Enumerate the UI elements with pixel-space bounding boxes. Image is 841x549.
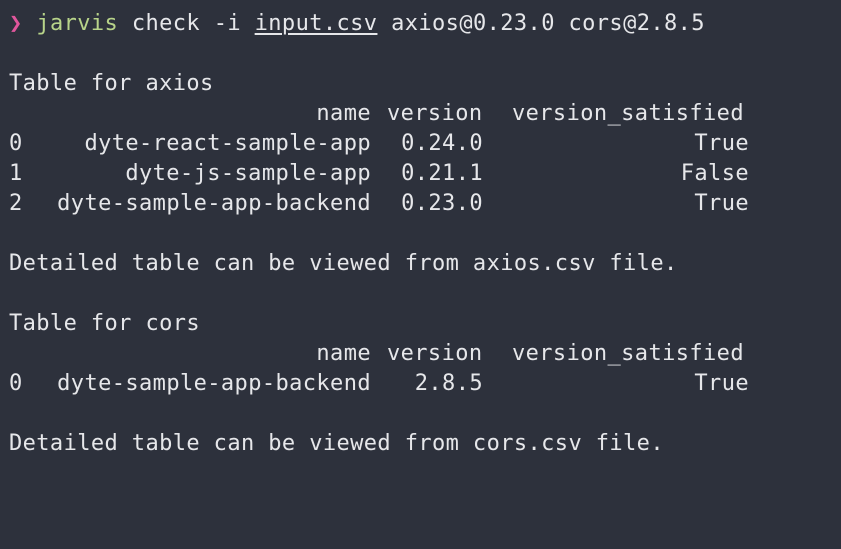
row-name: dyte-sample-app-backend bbox=[57, 191, 371, 216]
row-version: 0.23.0 bbox=[401, 191, 483, 216]
input-file-path[interactable]: input.csv bbox=[255, 11, 378, 36]
table-row: 0 dyte-sample-app-backend 2.8.5 True bbox=[0, 369, 841, 399]
column-header-name: name bbox=[316, 101, 371, 126]
table-footer-note: Detailed table can be viewed from axios.… bbox=[9, 251, 678, 276]
row-version: 0.21.1 bbox=[401, 161, 483, 186]
row-version: 0.24.0 bbox=[401, 131, 483, 156]
table-header-row: name version version_satisfied bbox=[0, 99, 841, 129]
column-header-version: version bbox=[387, 101, 483, 126]
prompt-arrow-icon: ❯ bbox=[9, 11, 23, 36]
row-name: dyte-react-sample-app bbox=[84, 131, 371, 156]
table-row: 1 dyte-js-sample-app 0.21.1 False bbox=[0, 159, 841, 189]
column-header-version: version bbox=[387, 341, 483, 366]
row-name: dyte-js-sample-app bbox=[125, 161, 371, 186]
table-heading: Table for cors bbox=[9, 311, 201, 336]
table-footer-note: Detailed table can be viewed from cors.c… bbox=[9, 431, 664, 456]
command-packages: axios@0.23.0 cors@2.8.5 bbox=[377, 11, 705, 36]
terminal-window[interactable]: ❯ jarvis check -i input.csv axios@0.23.0… bbox=[0, 0, 841, 483]
row-version: 2.8.5 bbox=[414, 371, 483, 396]
row-satisfied: False bbox=[680, 161, 749, 186]
table-row: 0 dyte-react-sample-app 0.24.0 True bbox=[0, 129, 841, 159]
column-header-version-satisfied: version_satisfied bbox=[512, 101, 744, 126]
table-heading: Table for axios bbox=[9, 71, 214, 96]
row-satisfied: True bbox=[694, 191, 749, 216]
table-row: 2 dyte-sample-app-backend 0.23.0 True bbox=[0, 189, 841, 219]
command-program: jarvis bbox=[36, 11, 119, 36]
column-header-name: name bbox=[316, 341, 371, 366]
command-args: check -i bbox=[118, 11, 255, 36]
column-header-version-satisfied: version_satisfied bbox=[512, 341, 744, 366]
table-header-row: name version version_satisfied bbox=[0, 339, 841, 369]
row-name: dyte-sample-app-backend bbox=[57, 371, 371, 396]
row-satisfied: True bbox=[694, 371, 749, 396]
command-line: ❯ jarvis check -i input.csv axios@0.23.0… bbox=[9, 9, 705, 39]
row-satisfied: True bbox=[694, 131, 749, 156]
